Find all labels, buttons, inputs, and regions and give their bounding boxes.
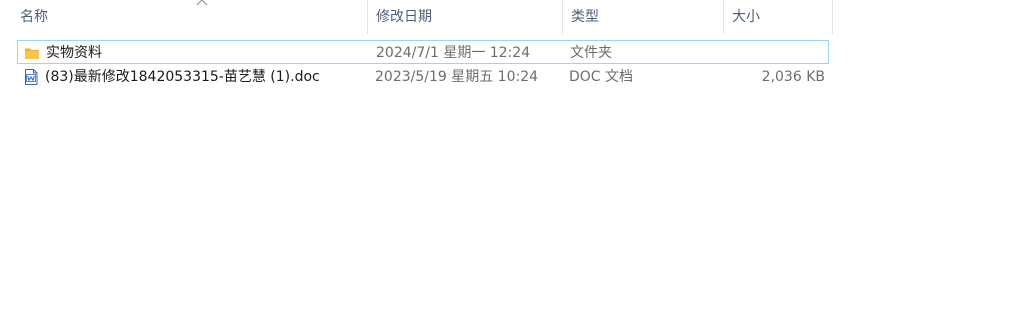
file-name: 实物资料 [46, 45, 102, 61]
file-name: (83)最新修改1842053315-苗艺慧 (1).doc [45, 69, 320, 85]
file-row-folder[interactable]: 实物资料 2024/7/1 星期一 12:24 文件夹 [17, 40, 829, 64]
file-size: 2,036 KB [761, 69, 825, 85]
column-header-name-label: 名称 [20, 9, 48, 25]
column-header-size[interactable]: 大小 [724, 0, 833, 34]
chevron-up-icon [196, 0, 208, 6]
column-header-size-label: 大小 [732, 9, 760, 25]
file-type: DOC 文档 [569, 69, 634, 85]
file-type: 文件夹 [570, 45, 612, 61]
column-header-type[interactable]: 类型 [563, 0, 724, 34]
file-modified: 2024/7/1 星期一 12:24 [376, 45, 531, 61]
file-row-document[interactable]: (83)最新修改1842053315-苗艺慧 (1).doc 2023/5/19… [17, 65, 829, 89]
column-header-name[interactable]: 名称 [12, 0, 368, 34]
column-header-date[interactable]: 修改日期 [368, 0, 563, 34]
word-document-icon [25, 69, 38, 85]
column-header-bar: 名称 修改日期 类型 大小 [0, 0, 833, 36]
file-modified: 2023/5/19 星期五 10:24 [375, 69, 539, 85]
column-header-date-label: 修改日期 [376, 9, 432, 25]
folder-icon [25, 48, 39, 59]
column-header-type-label: 类型 [571, 9, 599, 25]
